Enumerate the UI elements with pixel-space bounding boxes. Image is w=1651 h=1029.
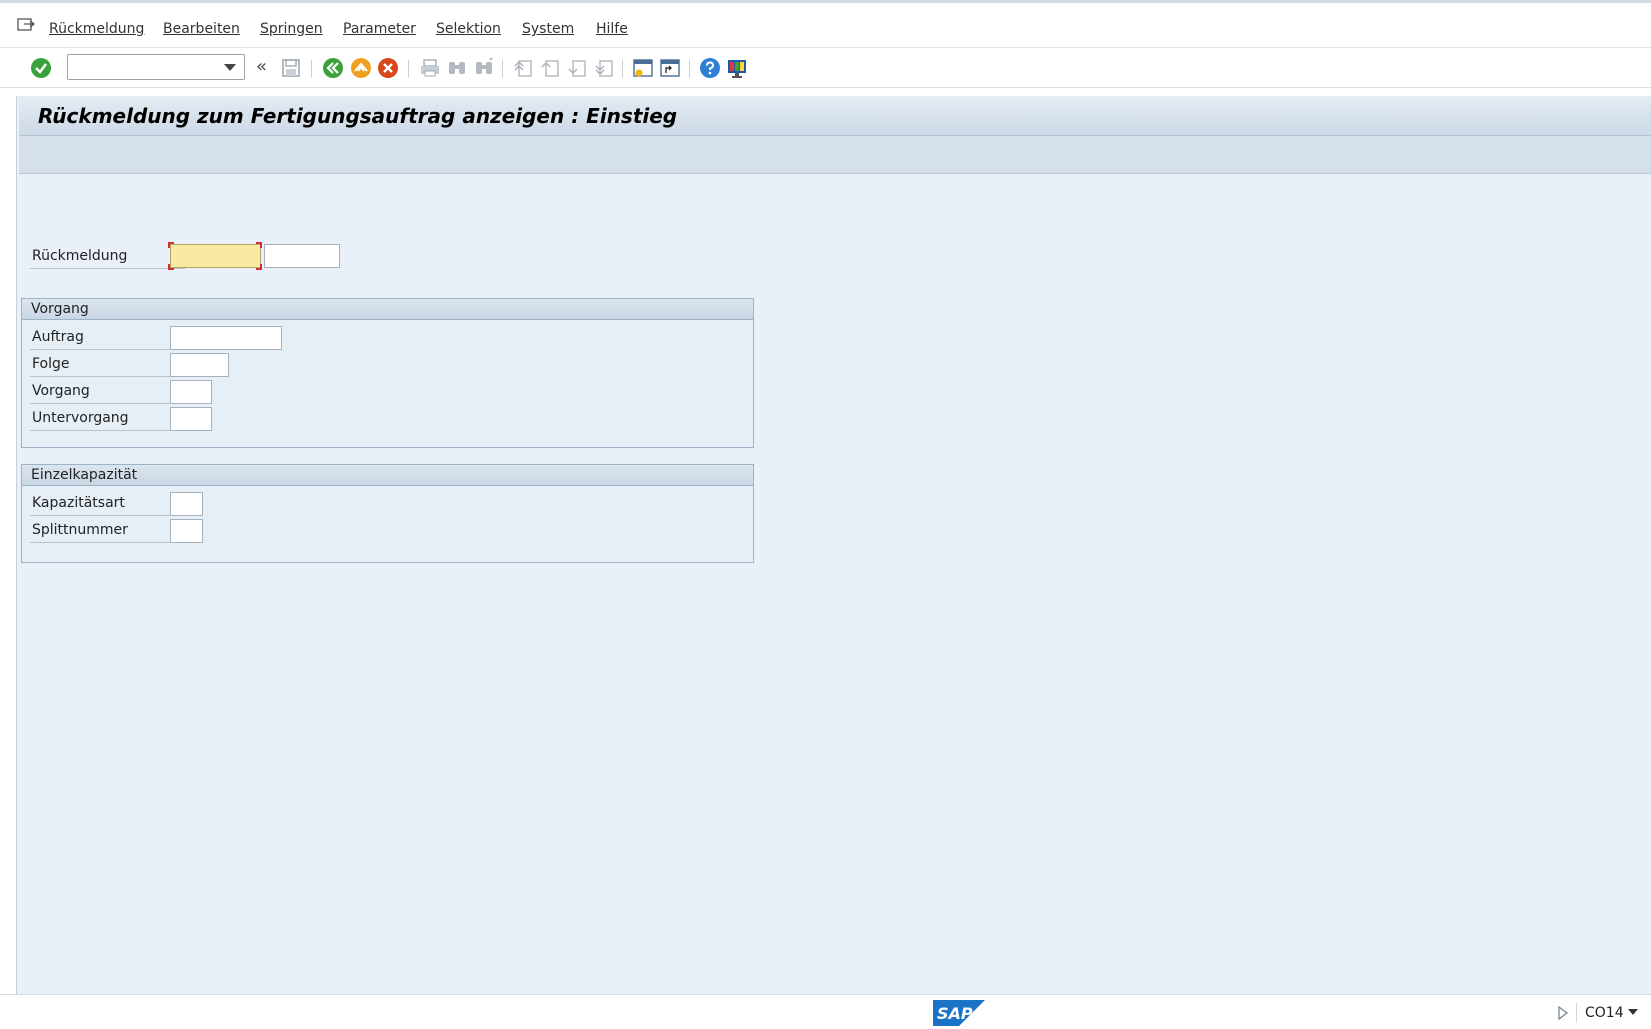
- enter-icon[interactable]: [29, 56, 53, 80]
- cancel-icon[interactable]: [376, 56, 400, 80]
- toolbar-separator: [502, 60, 503, 78]
- untervorgang-field[interactable]: [170, 407, 212, 431]
- toolbar-separator: [311, 60, 312, 78]
- folge-field[interactable]: [170, 353, 229, 377]
- find-next-icon[interactable]: [472, 56, 496, 80]
- auftrag-label: Auftrag: [32, 329, 84, 345]
- command-dropdown-icon[interactable]: [224, 64, 236, 71]
- einzelkapazitaet-group-header: Einzelkapazität: [22, 465, 753, 486]
- menu-hilfe[interactable]: Hilfe: [596, 21, 628, 37]
- splittnummer-label: Splittnummer: [32, 522, 128, 538]
- auftrag-field[interactable]: [170, 326, 282, 350]
- untervorgang-label: Untervorgang: [32, 410, 129, 426]
- menu-system-label: System: [522, 21, 575, 37]
- menu-rueckmeldung[interactable]: Rückmeldung: [49, 21, 144, 37]
- menu-springen[interactable]: Springen: [260, 21, 323, 37]
- command-field[interactable]: [67, 54, 245, 80]
- find-icon[interactable]: [445, 56, 469, 80]
- einzelkapazitaet-group-title: Einzelkapazität: [31, 467, 138, 483]
- status-separator: [1576, 1003, 1577, 1023]
- menu-springen-label: Springen: [260, 21, 323, 37]
- menu-parameter[interactable]: Parameter: [343, 21, 416, 37]
- toolbar-separator: [622, 60, 623, 78]
- label-underline: [30, 542, 175, 543]
- required-marker: [168, 242, 174, 248]
- label-underline: [30, 268, 185, 269]
- vorgang-group: Vorgang Auftrag Folge Vorgang Untervorga…: [21, 298, 754, 448]
- print-icon[interactable]: [418, 56, 442, 80]
- application-toolbar: [19, 136, 1651, 174]
- help-icon[interactable]: [698, 56, 722, 80]
- status-bar: SAP CO14: [0, 994, 1651, 1029]
- rueckmeldung-counter-field[interactable]: [264, 244, 340, 268]
- toolbar-separator: [408, 60, 409, 78]
- standard-toolbar: «: [0, 48, 1651, 88]
- label-underline: [30, 515, 175, 516]
- label-underline: [30, 376, 175, 377]
- sap-logo-text: SAP: [937, 1004, 973, 1023]
- label-underline: [30, 403, 175, 404]
- kapazitaetsart-label: Kapazitätsart: [32, 495, 125, 511]
- command-input[interactable]: [70, 57, 220, 77]
- menu-exit-icon[interactable]: [17, 18, 35, 34]
- exit-icon[interactable]: [349, 56, 373, 80]
- rueckmeldung-field[interactable]: [170, 244, 261, 268]
- customize-layout-icon[interactable]: [725, 56, 749, 80]
- back-icon[interactable]: [321, 56, 345, 80]
- last-page-icon[interactable]: [592, 56, 616, 80]
- sap-logo: SAP: [933, 1000, 985, 1026]
- vorgang-group-title: Vorgang: [31, 301, 89, 317]
- menu-bearbeiten-label: Bearbeiten: [163, 21, 240, 37]
- main-screen: Rückmeldung zum Fertigungsauftrag anzeig…: [16, 96, 1651, 994]
- transaction-dropdown-icon[interactable]: [1628, 1009, 1638, 1015]
- label-underline: [30, 349, 175, 350]
- save-icon[interactable]: [279, 56, 303, 80]
- previous-page-icon[interactable]: [538, 56, 562, 80]
- menu-system[interactable]: System: [522, 21, 574, 37]
- menu-bar: Rückmeldung Bearbeiten Springen Paramete…: [0, 0, 1651, 48]
- required-marker: [256, 264, 262, 270]
- required-marker: [168, 264, 174, 270]
- folge-label: Folge: [32, 356, 70, 372]
- rueckmeldung-label: Rückmeldung: [32, 248, 128, 264]
- menu-bearbeiten[interactable]: Bearbeiten: [163, 21, 240, 37]
- create-shortcut-icon[interactable]: [658, 56, 682, 80]
- status-expand-icon[interactable]: [1557, 1006, 1569, 1020]
- menu-selektion[interactable]: Selektion: [436, 21, 501, 37]
- splittnummer-field[interactable]: [170, 519, 203, 543]
- einzelkapazitaet-group: Einzelkapazität Kapazitätsart Splittnumm…: [21, 464, 754, 563]
- transaction-code: CO14: [1585, 1005, 1624, 1021]
- vorgang-field[interactable]: [170, 380, 212, 404]
- menu-selektion-label: Selektion: [436, 21, 501, 37]
- kapazitaetsart-field[interactable]: [170, 492, 203, 516]
- menu-parameter-label: Parameter: [343, 21, 416, 37]
- vorgang-label: Vorgang: [32, 383, 90, 399]
- collapse-icon[interactable]: «: [256, 56, 267, 77]
- next-page-icon[interactable]: [565, 56, 589, 80]
- menu-hilfe-label: Hilfe: [596, 21, 628, 37]
- screen-title-bar: Rückmeldung zum Fertigungsauftrag anzeig…: [19, 96, 1651, 136]
- toolbar-separator: [689, 60, 690, 78]
- first-page-icon[interactable]: [511, 56, 535, 80]
- page-title: Rückmeldung zum Fertigungsauftrag anzeig…: [38, 104, 678, 128]
- menu-rueckmeldung-label: Rückmeldung: [49, 21, 145, 37]
- label-underline: [30, 430, 175, 431]
- new-session-icon[interactable]: [631, 56, 655, 80]
- required-marker: [256, 242, 262, 248]
- vorgang-group-header: Vorgang: [22, 299, 753, 320]
